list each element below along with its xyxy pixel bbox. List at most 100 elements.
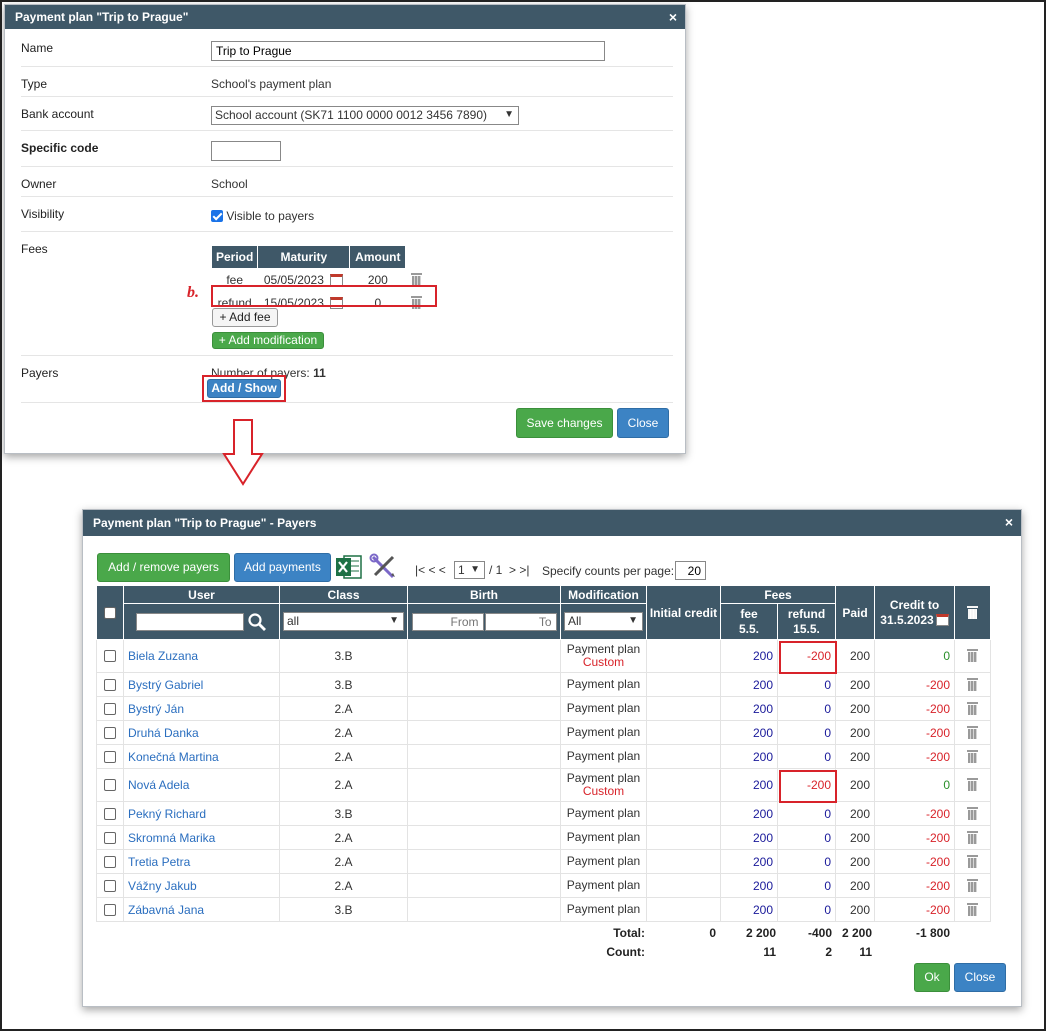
- select-all-checkbox[interactable]: [104, 606, 116, 619]
- class-filter-select[interactable]: all ▼: [283, 612, 404, 631]
- trash-icon[interactable]: [967, 701, 978, 715]
- row-refund[interactable]: 0: [777, 672, 836, 697]
- row-user-link[interactable]: Vážny Jakub: [123, 873, 280, 898]
- row-fee[interactable]: 200: [720, 873, 778, 898]
- row-fee[interactable]: 200: [720, 744, 778, 769]
- row-refund[interactable]: 0: [777, 801, 836, 826]
- row-user-link[interactable]: Druhá Danka: [123, 720, 280, 745]
- row-fee[interactable]: 200: [720, 825, 778, 850]
- bank-account-select[interactable]: School account (SK71 1100 0000 0012 3456…: [211, 106, 519, 125]
- row-initial-credit: [646, 744, 721, 769]
- user-filter-input[interactable]: [135, 612, 244, 631]
- row-checkbox[interactable]: [104, 831, 116, 844]
- row-refund[interactable]: 0: [777, 825, 836, 850]
- row-refund[interactable]: 0: [777, 897, 836, 922]
- row-checkbox[interactable]: [104, 678, 116, 691]
- trash-icon[interactable]: [967, 749, 978, 763]
- trash-icon[interactable]: [967, 854, 978, 868]
- birth-to-input[interactable]: [484, 612, 557, 631]
- chevron-down-icon: ▼: [628, 615, 638, 626]
- fee-amount[interactable]: 200: [350, 269, 406, 292]
- row-user-link[interactable]: Nová Adela: [123, 768, 280, 802]
- add-payments-button[interactable]: Add payments: [234, 553, 331, 582]
- tools-icon[interactable]: [369, 553, 397, 581]
- row-fee[interactable]: 200: [720, 897, 778, 922]
- close-icon[interactable]: ×: [1005, 510, 1013, 534]
- save-changes-button[interactable]: Save changes: [516, 408, 613, 438]
- excel-export-icon[interactable]: [335, 553, 363, 581]
- visible-to-payers-checkbox[interactable]: [211, 210, 223, 222]
- row-fee[interactable]: 200: [720, 801, 778, 826]
- trash-icon[interactable]: [967, 649, 978, 662]
- row-checkbox[interactable]: [104, 650, 116, 662]
- row-checkbox[interactable]: [104, 779, 116, 791]
- row-refund[interactable]: -200: [777, 768, 836, 802]
- row-fee[interactable]: 200: [720, 696, 778, 721]
- trash-icon[interactable]: [967, 902, 978, 916]
- search-icon[interactable]: [247, 612, 267, 631]
- row-fee[interactable]: 200: [720, 639, 778, 673]
- row-modification-custom[interactable]: Custom: [565, 785, 642, 798]
- trash-icon[interactable]: [967, 778, 978, 791]
- row-checkbox[interactable]: [104, 726, 116, 739]
- page-select[interactable]: 1 ▼: [454, 561, 485, 579]
- row-birth: [407, 744, 561, 769]
- birth-from-input[interactable]: [411, 612, 484, 631]
- trash-icon[interactable]: [411, 273, 423, 286]
- row-user-link[interactable]: Pekný Richard: [123, 801, 280, 826]
- ok-button[interactable]: Ok: [914, 963, 950, 992]
- add-remove-payers-button[interactable]: Add / remove payers: [97, 553, 230, 582]
- pager-first-prev[interactable]: |< < <: [415, 563, 446, 577]
- trash-icon[interactable]: [967, 830, 978, 844]
- row-fee[interactable]: 200: [720, 849, 778, 874]
- row-user-link[interactable]: Tretia Petra: [123, 849, 280, 874]
- counts-per-page-input[interactable]: [675, 561, 706, 580]
- close-icon[interactable]: ×: [669, 5, 677, 29]
- row-refund[interactable]: 0: [777, 849, 836, 874]
- trash-all-icon[interactable]: [967, 605, 978, 619]
- add-fee-button[interactable]: + Add fee: [212, 308, 278, 327]
- trash-icon[interactable]: [411, 296, 423, 309]
- trash-icon[interactable]: [967, 806, 978, 820]
- name-input[interactable]: [211, 41, 605, 61]
- row-user-link[interactable]: Skromná Marika: [123, 825, 280, 850]
- pager-next-last[interactable]: > >|: [509, 563, 529, 577]
- row-checkbox[interactable]: [104, 855, 116, 868]
- row-user-link[interactable]: Konečná Martina: [123, 744, 280, 769]
- row-birth: [407, 720, 561, 745]
- close-button[interactable]: Close: [617, 408, 669, 438]
- specific-code-label: Specific code: [21, 141, 99, 155]
- calendar-icon[interactable]: [329, 297, 343, 309]
- row-user-link[interactable]: Bystrý Ján: [123, 696, 280, 721]
- close-button[interactable]: Close: [954, 963, 1006, 992]
- trash-icon[interactable]: [967, 725, 978, 739]
- fee-maturity[interactable]: 05/05/2023: [264, 273, 324, 287]
- specific-code-input[interactable]: [211, 141, 281, 161]
- row-modification: Payment plan: [566, 854, 641, 868]
- calendar-icon[interactable]: [329, 274, 343, 287]
- row-refund[interactable]: 0: [777, 720, 836, 745]
- calendar-icon[interactable]: [935, 613, 949, 626]
- row-user-link[interactable]: Bystrý Gabriel: [123, 672, 280, 697]
- row-fee[interactable]: 200: [720, 720, 778, 745]
- row-user-link[interactable]: Biela Zuzana: [123, 639, 280, 673]
- row-refund[interactable]: 0: [777, 873, 836, 898]
- refund-amount[interactable]: 0: [350, 292, 406, 315]
- row-checkbox[interactable]: [104, 879, 116, 892]
- row-user-link[interactable]: Zábavná Jana: [123, 897, 280, 922]
- row-fee[interactable]: 200: [720, 672, 778, 697]
- modification-filter-select[interactable]: All ▼: [564, 612, 643, 631]
- row-checkbox[interactable]: [104, 807, 116, 820]
- row-checkbox[interactable]: [104, 702, 116, 715]
- add-show-payers-button[interactable]: Add / Show: [207, 379, 281, 398]
- row-refund[interactable]: 0: [777, 744, 836, 769]
- row-checkbox[interactable]: [104, 750, 116, 763]
- row-refund[interactable]: -200: [777, 639, 836, 673]
- row-modification-custom[interactable]: Custom: [565, 656, 642, 669]
- row-fee[interactable]: 200: [720, 768, 778, 802]
- row-refund[interactable]: 0: [777, 696, 836, 721]
- add-modification-button[interactable]: + Add modification: [212, 332, 324, 349]
- row-checkbox[interactable]: [104, 903, 116, 916]
- trash-icon[interactable]: [967, 677, 978, 691]
- trash-icon[interactable]: [967, 878, 978, 892]
